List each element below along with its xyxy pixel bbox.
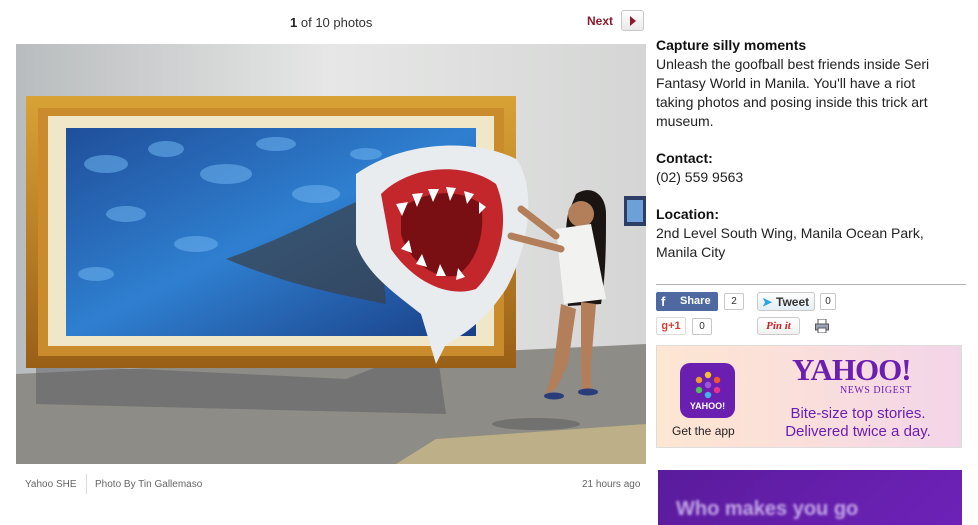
- photo-source[interactable]: Yahoo SHE: [25, 479, 77, 490]
- next-link[interactable]: Next: [587, 14, 613, 28]
- ad-tagline-2: Delivered twice a day.: [785, 423, 931, 440]
- app-icon-label: YAHOO!: [689, 401, 726, 411]
- caption-title: Capture silly moments: [656, 37, 807, 53]
- yahoo-news-digest-ad[interactable]: YAHOO! Get the app YAHOO! NEWS DIGEST Bi…: [656, 345, 962, 448]
- facebook-icon: f: [661, 294, 666, 309]
- location-value: 2nd Level South Wing, Manila Ocean Park,…: [656, 225, 924, 260]
- secondary-ad-text: Who makes you go: [676, 498, 859, 520]
- yahoo-logo: YAHOO!: [792, 352, 912, 387]
- facebook-share-label: Share: [680, 295, 711, 307]
- trick-art-photo: [16, 44, 646, 464]
- location-heading: Location:: [656, 206, 719, 222]
- facebook-share-button[interactable]: f Share: [656, 292, 718, 311]
- get-app-label: Get the app: [672, 424, 735, 438]
- twitter-icon: ➤: [762, 295, 773, 309]
- facebook-share-count: 2: [724, 293, 744, 310]
- tweet-count: 0: [820, 293, 836, 310]
- google-plus-count: 0: [692, 318, 712, 335]
- digest-dots-icon: [695, 371, 721, 399]
- gallery-photo[interactable]: [16, 44, 646, 464]
- tweet-label: Tweet: [776, 295, 810, 309]
- contact-value: (02) 559 9563: [656, 169, 744, 185]
- pager-current: 1: [290, 15, 298, 30]
- photo-caption: Capture silly moments Unleash the goofba…: [656, 36, 956, 262]
- ad-tagline-1: Bite-size top stories.: [790, 405, 926, 422]
- photo-credit: Photo By Tin Gallemaso: [95, 479, 203, 490]
- news-digest-label: NEWS DIGEST: [840, 385, 912, 396]
- print-icon[interactable]: [815, 319, 829, 333]
- pager-total: of 10 photos: [300, 15, 373, 30]
- caption-body: Unleash the goofball best friends inside…: [656, 56, 930, 129]
- secondary-ad[interactable]: Who makes you go: [658, 470, 962, 525]
- pin-it-button[interactable]: Pin it: [757, 317, 800, 335]
- contact-heading: Contact:: [656, 150, 713, 166]
- next-arrow-button[interactable]: [621, 10, 644, 31]
- tweet-button[interactable]: ➤ Tweet: [757, 292, 815, 311]
- news-digest-app-icon: YAHOO!: [680, 363, 735, 418]
- photo-pager: 1 of 10 photos: [290, 15, 372, 30]
- section-divider: [656, 284, 966, 285]
- google-plus-button[interactable]: g+1: [656, 317, 686, 335]
- photo-timestamp: 21 hours ago: [582, 479, 641, 490]
- meta-divider: [86, 474, 87, 494]
